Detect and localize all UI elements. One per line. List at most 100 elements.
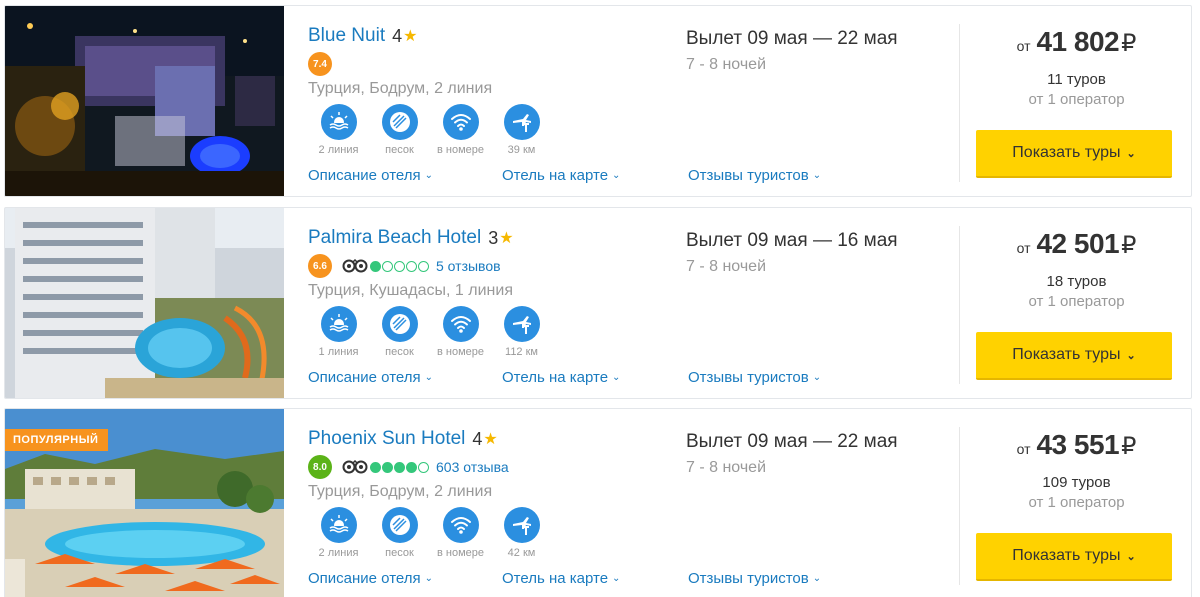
tourist-reviews-link[interactable]: Отзывы туристов ⌄ (688, 369, 821, 386)
button-label: Показать туры (1012, 346, 1121, 363)
hotel-photo-image (5, 208, 284, 398)
chevron-down-icon: ⌄ (612, 573, 621, 584)
tripadvisor-dots (370, 260, 430, 272)
sand-icon (381, 104, 418, 140)
hotel-description-link[interactable]: Описание отеля ⌄ (308, 369, 433, 386)
link-label: Описание отеля (308, 167, 421, 184)
link-label: Описание отеля (308, 369, 421, 386)
hotel-photo-image (5, 6, 284, 196)
show-tours-button[interactable]: Показать туры ⌄ (976, 332, 1172, 380)
nights-count: 7 - 8 ночей (686, 459, 767, 476)
tripadvisor-reviews-link[interactable]: 603 отзыва (436, 459, 509, 475)
rating-dot (406, 260, 417, 272)
tourist-reviews-link[interactable]: Отзывы туристов ⌄ (688, 167, 821, 184)
amenity-sand: песок (369, 306, 430, 358)
chevron-down-icon: ⌄ (424, 573, 434, 584)
star-icon: ★ (499, 230, 514, 247)
airport-icon (503, 104, 540, 140)
price-amount: 42 501 (1036, 228, 1120, 259)
departure-dates: Вылет 09 мая — 22 мая (686, 431, 898, 452)
airport-icon (503, 306, 540, 342)
rating-dot (382, 461, 393, 473)
price-from-label: от (1016, 240, 1031, 256)
hotel-stars: 3 ★ (488, 228, 513, 249)
amenity-label: песок (385, 144, 414, 156)
amenity-label: в номере (436, 346, 484, 358)
price-column: от 43 551 ₽ 109 туров от 1 оператор Пока… (960, 409, 1191, 597)
chevron-down-icon: ⌄ (424, 170, 434, 181)
title-row: Palmira Beach Hotel 3 ★ (308, 224, 668, 252)
tours-count: 11 туров (1047, 71, 1106, 88)
hotel-map-link[interactable]: Отель на карте ⌄ (502, 570, 620, 587)
hotel-photo[interactable] (5, 208, 284, 398)
hotel-info: Blue Nuit 4 ★ 7.4 Турция, Бодрум, 2 линия… (308, 22, 668, 156)
hotel-name-link[interactable]: Phoenix Sun Hotel (308, 428, 465, 450)
hotel-photo[interactable] (5, 6, 284, 196)
rating-dot (394, 260, 405, 272)
rating-dot (394, 461, 405, 473)
tour-dates: Вылет 09 мая — 22 мая 7 - 8 ночей (686, 431, 936, 477)
hotel-description-link[interactable]: Описание отеля ⌄ (308, 570, 433, 587)
title-row: Blue Nuit 4 ★ (308, 22, 668, 50)
amenities-list: 2 линия песок в номере 42 км (308, 507, 668, 559)
rating-dot (418, 461, 429, 473)
hotel-stars: 4 ★ (472, 429, 497, 450)
link-label: Отзывы туристов (688, 369, 809, 386)
chevron-down-icon: ⌄ (612, 170, 621, 181)
amenity-beach-line: 2 линия (308, 104, 369, 156)
chevron-down-icon: ⌄ (1126, 550, 1136, 563)
rating-row: 8.0 603 отзыва (308, 455, 668, 479)
tour-dates: Вылет 09 мая — 16 мая 7 - 8 ночей (686, 230, 936, 276)
hotel-map-link[interactable]: Отель на карте ⌄ (502, 369, 620, 386)
operators-count: от 1 оператор (1028, 293, 1125, 310)
amenity-beach-line: 2 линия (308, 507, 369, 559)
star-count: 3 (488, 227, 499, 248)
tripadvisor-reviews-link[interactable]: 5 отзывов (436, 258, 501, 274)
hotel-name-link[interactable]: Palmira Beach Hotel (308, 227, 481, 249)
amenity-label: песок (385, 346, 414, 358)
link-label: Отзывы туристов (688, 167, 809, 184)
hotel-name-link[interactable]: Blue Nuit (308, 25, 385, 47)
hotel-description-link[interactable]: Описание отеля ⌄ (308, 167, 433, 184)
amenity-label: 39 км (507, 144, 536, 156)
tourist-reviews-link[interactable]: Отзывы туристов ⌄ (688, 570, 821, 587)
sand-icon (381, 507, 418, 543)
tour-dates: Вылет 09 мая — 22 мая 7 - 8 ночей (686, 28, 936, 74)
score-badge: 7.4 (308, 52, 332, 76)
wifi-icon (442, 507, 479, 543)
show-tours-button[interactable]: Показать туры ⌄ (976, 533, 1172, 581)
title-row: Phoenix Sun Hotel 4 ★ (308, 425, 668, 453)
amenity-wifi: в номере (430, 507, 491, 559)
hotel-location: Турция, Кушадасы, 1 линия (308, 282, 513, 299)
amenity-label: 2 линия (318, 547, 359, 559)
chevron-down-icon: ⌄ (612, 372, 621, 383)
beach-line-icon (320, 306, 357, 342)
amenity-sand: песок (369, 104, 430, 156)
link-label: Отель на карте (502, 369, 609, 386)
tripadvisor-owl-icon (342, 259, 368, 273)
price: от 42 501 ₽ (960, 228, 1191, 262)
amenity-label: в номере (436, 547, 484, 559)
rating-dot (406, 461, 417, 473)
amenity-sand: песок (369, 507, 430, 559)
amenity-label: 1 линия (318, 346, 359, 358)
airport-icon (503, 507, 540, 543)
price-from-label: от (1016, 441, 1031, 457)
show-tours-button[interactable]: Показать туры ⌄ (976, 130, 1172, 178)
tours-count: 18 туров (1046, 273, 1107, 290)
rating-row: 6.6 5 отзывов (308, 254, 668, 278)
price-from-label: от (1016, 38, 1031, 54)
score-badge: 6.6 (308, 254, 332, 278)
hotel-photo[interactable]: ПОПУЛЯРНЫЙ (5, 409, 284, 597)
nights-count: 7 - 8 ночей (686, 56, 767, 73)
rating-dot (370, 461, 381, 473)
hotel-info: Palmira Beach Hotel 3 ★ 6.6 5 отзывов Тур… (308, 224, 668, 358)
amenity-label: в номере (436, 144, 484, 156)
hotel-map-link[interactable]: Отель на карте ⌄ (502, 167, 620, 184)
chevron-down-icon: ⌄ (812, 372, 822, 383)
price: от 43 551 ₽ (960, 429, 1191, 463)
currency-symbol: ₽ (1121, 30, 1137, 57)
departure-dates: Вылет 09 мая — 22 мая (686, 28, 898, 49)
button-label: Показать туры (1012, 144, 1121, 161)
nights-count: 7 - 8 ночей (686, 258, 767, 275)
